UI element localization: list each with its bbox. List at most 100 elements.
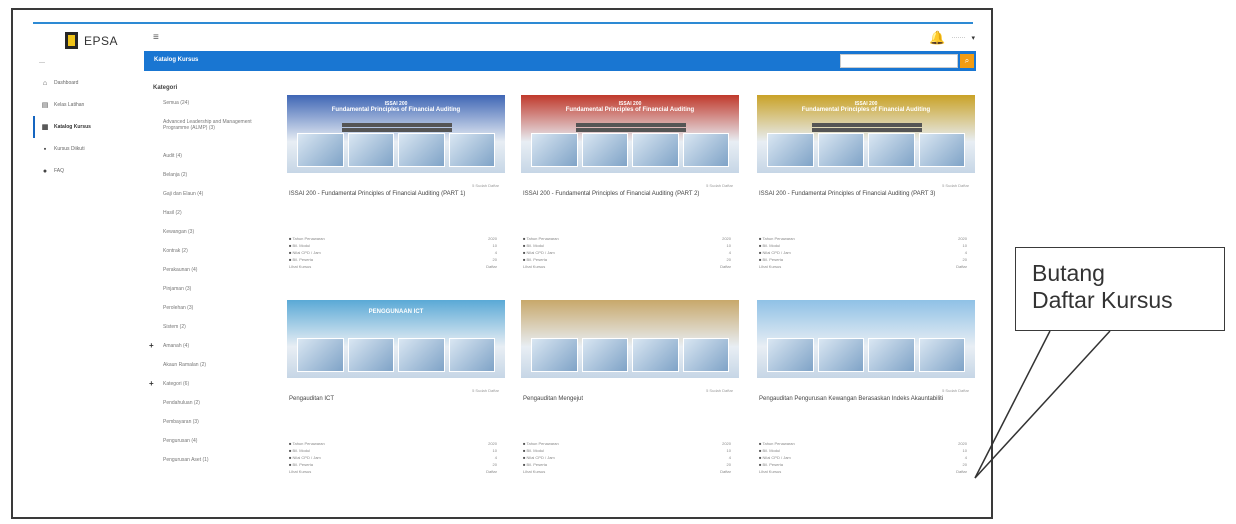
meta-key: Nilai CPD / Jam [759, 455, 791, 460]
category-item[interactable]: Advanced Leadership and Management Progr… [143, 119, 263, 153]
course-meta: Tahun Penawaran2020Bil. Modul10Nilai CPD… [289, 440, 497, 475]
category-item[interactable]: Pembayaran (3) [143, 419, 263, 438]
thumbnail-heading: PENGGUNAAN ICT [287, 300, 505, 324]
menu-toggle-icon[interactable]: ≡ [153, 32, 159, 43]
register-row[interactable]: Lihat Kursus Daftar [759, 263, 967, 270]
user-menu[interactable]: 🔔 ······· ▾ [929, 30, 975, 46]
category-item[interactable]: + Amanah (4) [143, 342, 263, 362]
course-title[interactable]: ISSAI 200 - Fundamental Principles of Fi… [289, 190, 489, 198]
register-course-button[interactable]: Daftar [720, 264, 731, 269]
category-label: Kontrak (2) [163, 248, 188, 254]
catalog-icon: ▦ [41, 124, 49, 131]
category-item[interactable]: Pengurusan (4) [143, 438, 263, 457]
register-row[interactable]: Lihat Kursus Daftar [523, 468, 731, 475]
search-icon[interactable]: ⌕ [960, 54, 974, 68]
enrolled-count: 5 Sudah Daftar [942, 388, 969, 393]
meta-value: 2020 [722, 236, 731, 241]
course-card[interactable]: ISSAI 200 Fundamental Principles of Finan… [757, 95, 977, 295]
category-item[interactable]: Belanja (2) [143, 172, 263, 191]
meta-row: Tahun Penawaran 2020 [759, 440, 967, 447]
sidebar-item-label: Kelas Latihan [54, 102, 85, 108]
category-item[interactable]: Pinjaman (3) [143, 286, 263, 305]
category-label: Gaji dan Elaun (4) [163, 191, 204, 197]
category-item[interactable]: Gaji dan Elaun (4) [143, 191, 263, 210]
meta-row: Tahun Penawaran 2020 [523, 235, 731, 242]
thumbnail-bar [342, 123, 452, 127]
thumbnail-photo [682, 133, 729, 167]
app-logo[interactable]: EPSA [65, 32, 118, 49]
course-card[interactable]: ISSAI 200 Fundamental Principles of Finan… [287, 95, 507, 295]
category-item[interactable]: Pendahuluan (2) [143, 400, 263, 419]
register-row[interactable]: Lihat Kursus Daftar [523, 263, 731, 270]
category-item[interactable]: Semua (24) [143, 100, 263, 119]
meta-key: Bil. Modul [759, 448, 781, 453]
meta-key: Lihat Kursus [523, 469, 546, 474]
course-thumbnail[interactable] [521, 300, 739, 378]
category-item[interactable]: Audit (4) [143, 153, 263, 172]
register-course-button[interactable]: Daftar [486, 469, 497, 474]
course-card[interactable]: 5 Sudah Daftar Pengauditan Pengurusan Kew… [757, 300, 977, 500]
category-item[interactable]: Akaun Ramalan (2) [143, 362, 263, 381]
meta-value: 10 [492, 448, 497, 453]
chevron-down-icon[interactable]: ▾ [971, 34, 975, 42]
thumbnail-photo [297, 133, 344, 167]
category-item[interactable]: Sistem (2) [143, 324, 263, 343]
course-title[interactable]: ISSAI 200 - Fundamental Principles of Fi… [523, 190, 723, 198]
meta-key: Lihat Kursus [759, 469, 782, 474]
thumbnail-photo [868, 133, 915, 167]
thumbnail-photo [347, 338, 394, 372]
course-title[interactable]: Pengauditan Mengejut [523, 395, 723, 403]
sidebar-item-faq[interactable]: ● FAQ [33, 160, 133, 182]
course-thumbnail[interactable]: PENGGUNAAN ICT [287, 300, 505, 378]
course-title[interactable]: Pengauditan Pengurusan Kewangan Berasask… [759, 395, 959, 403]
thumbnail-photo [581, 133, 628, 167]
register-course-button[interactable]: Daftar [956, 469, 967, 474]
category-item[interactable]: Kewangan (3) [143, 229, 263, 248]
thumbnail-photos [767, 338, 965, 372]
sidebar-item-label: FAQ [54, 168, 65, 174]
register-row[interactable]: Lihat Kursus Daftar [289, 468, 497, 475]
category-item[interactable]: Perakaunan (4) [143, 267, 263, 286]
register-course-button[interactable]: Daftar [486, 264, 497, 269]
category-label: Belanja (2) [163, 172, 188, 178]
course-thumbnail[interactable]: ISSAI 200 Fundamental Principles of Finan… [757, 95, 975, 173]
thumbnail-photo [918, 338, 965, 372]
user-name[interactable]: ······· [951, 35, 965, 41]
register-row[interactable]: Lihat Kursus Daftar [759, 468, 967, 475]
thumbnail-bar [576, 123, 686, 127]
meta-value: 4 [728, 250, 731, 255]
pointer-line-2 [974, 330, 1111, 479]
meta-key: Lihat Kursus [289, 264, 312, 269]
course-thumbnail[interactable]: ISSAI 200 Fundamental Principles of Finan… [287, 95, 505, 173]
sidebar-item-label: Katalog Kursus [54, 124, 91, 130]
course-card[interactable]: PENGGUNAAN ICT 5 Sudah Daftar Pengauditan … [287, 300, 507, 500]
course-thumbnail[interactable] [757, 300, 975, 378]
sidebar-item-label: Kursus Diikuti [54, 146, 85, 152]
course-card[interactable]: ISSAI 200 Fundamental Principles of Finan… [521, 95, 741, 295]
expand-plus-icon[interactable]: + [149, 342, 154, 350]
search-input[interactable] [840, 54, 958, 68]
category-item[interactable]: Hasil (2) [143, 210, 263, 229]
category-item[interactable]: + Kategori (6) [143, 380, 263, 400]
sidebar-item-kelas-latihan[interactable]: ▤ Kelas Latihan [33, 94, 133, 116]
category-item[interactable]: Perolehan (3) [143, 305, 263, 324]
register-course-button[interactable]: Daftar [720, 469, 731, 474]
bell-icon[interactable]: 🔔 [929, 30, 945, 46]
sidebar-item-kursus-diikuti[interactable]: ▪ Kursus Diikuti [33, 138, 133, 160]
course-card[interactable]: 5 Sudah Daftar Pengauditan Mengejut Tahun … [521, 300, 741, 500]
category-label: Advanced Leadership and Management Progr… [163, 119, 252, 131]
meta-key: Lihat Kursus [289, 469, 312, 474]
meta-row: Bil. Modul 10 [289, 242, 497, 249]
course-title[interactable]: ISSAI 200 - Fundamental Principles of Fi… [759, 190, 959, 198]
course-title[interactable]: Pengauditan ICT [289, 395, 489, 403]
expand-plus-icon[interactable]: + [149, 380, 154, 388]
course-thumbnail[interactable]: ISSAI 200 Fundamental Principles of Finan… [521, 95, 739, 173]
register-course-button[interactable]: Daftar [956, 264, 967, 269]
meta-key: Bil. Peserta [523, 257, 547, 262]
register-row[interactable]: Lihat Kursus Daftar [289, 263, 497, 270]
category-item[interactable]: Kontrak (2) [143, 248, 263, 267]
logo-icon [65, 32, 78, 49]
sidebar-item-dashboard[interactable]: ⌂ Dashboard [33, 72, 133, 94]
sidebar-item-katalog-kursus[interactable]: ▦ Katalog Kursus [33, 116, 133, 138]
category-item[interactable]: Pengurusan Aset (1) [143, 457, 263, 476]
